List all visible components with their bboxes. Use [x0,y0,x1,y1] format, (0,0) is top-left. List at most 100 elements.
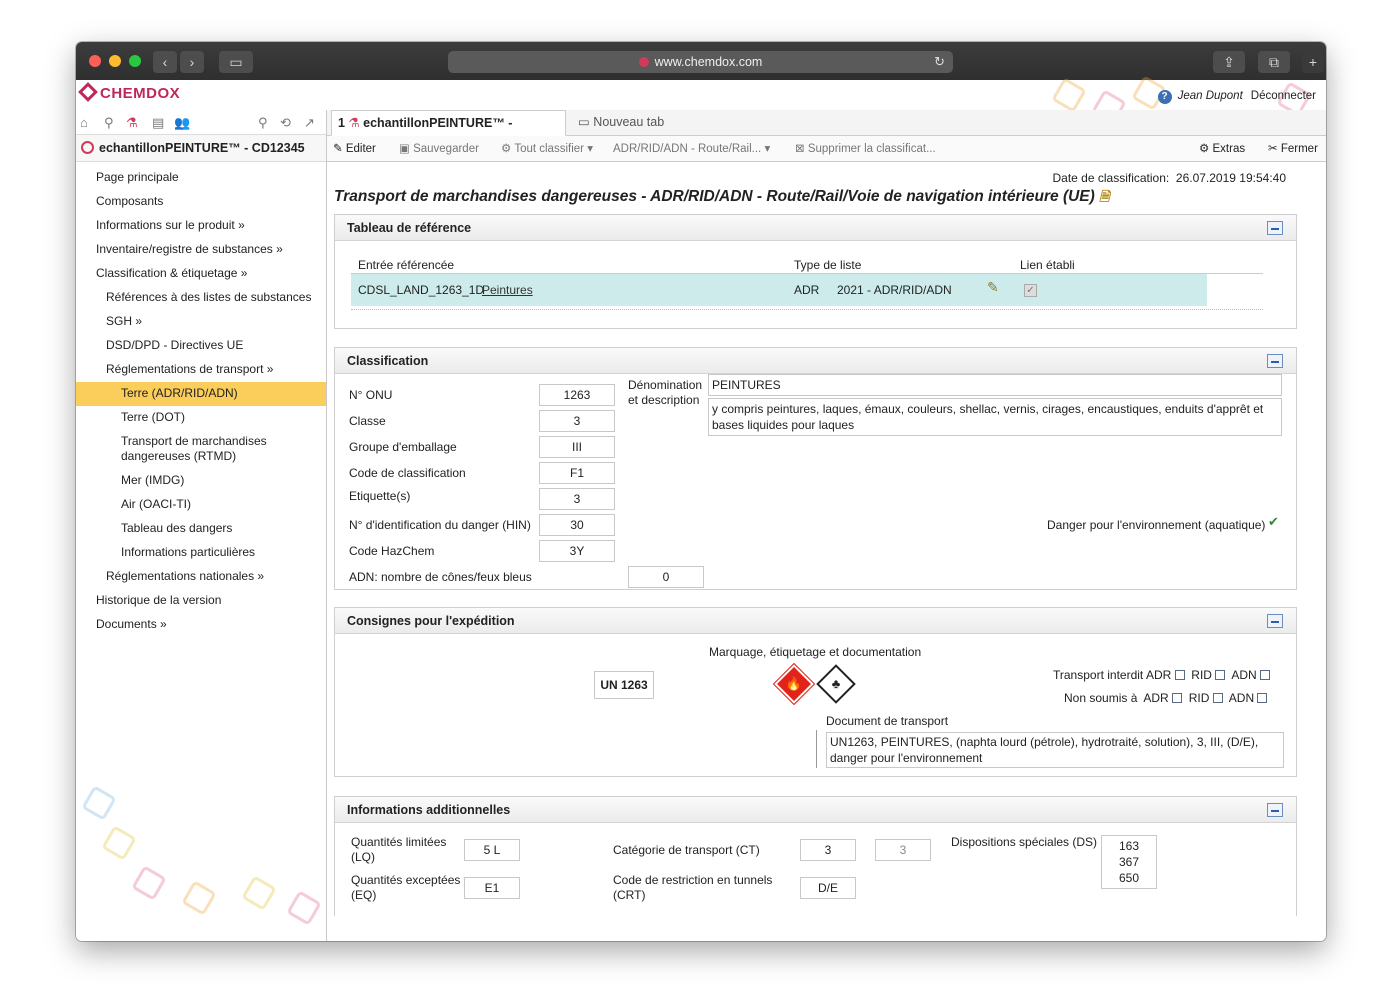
tabs-overview-icon[interactable]: ⧉ [1258,51,1290,73]
tc-field[interactable]: 3 [800,839,856,861]
share-icon[interactable]: ⇪ [1213,51,1245,73]
app-header: CHEMDOX ? Jean Dupont Déconnecter [76,75,1326,125]
nav-item[interactable]: Transport de marchandises dangereuses (R… [76,430,326,469]
tc-label: Catégorie de transport (CT) [613,843,760,857]
nav-item[interactable]: Terre (DOT) [76,406,326,430]
zoom-icon[interactable]: ⚲ [258,115,268,131]
tab-product[interactable]: 1 ⚗ echantillonPEINTURE™ - CD1234 ✕ [331,110,566,154]
nav-item[interactable]: Historique de la version [76,589,326,613]
maximize-window-button[interactable] [129,55,141,67]
close-window-button[interactable] [89,55,101,67]
class-date-value: 26.07.2019 19:54:40 [1175,171,1286,185]
not-subject-label: Non soumis à [1064,691,1138,705]
home-icon[interactable]: ⌂ [80,115,88,130]
nav-item[interactable]: Informations sur le produit » [76,214,326,238]
save-label: Sauvegarder [413,143,479,155]
hazchem-field[interactable]: 3Y [539,540,615,562]
collapse-button[interactable] [1267,354,1283,368]
extras-button[interactable]: ⚙ Extras [1199,136,1245,162]
adn-cones-field[interactable]: 0 [628,566,704,588]
flame-pictogram-icon: 🔥 [772,662,816,706]
nav-item[interactable]: Informations particulières [76,541,326,565]
collapse-button[interactable] [1267,803,1283,817]
navigate-icon[interactable]: ↗ [304,115,315,131]
nav-item[interactable]: Réglementations de transport » [76,358,326,382]
nav-item[interactable]: DSD/DPD - Directives UE [76,334,326,358]
lq-field[interactable]: 5 L [464,839,520,861]
denomination-field[interactable]: PEINTURES [708,374,1282,396]
nav-item[interactable]: Classification & étiquetage » [76,262,326,286]
entry-code: CDSL_LAND_1263_1D [358,283,485,297]
nav-item[interactable]: Page principale [76,166,326,190]
pencil-icon: ✎ [333,143,343,155]
back-button[interactable]: ‹ [153,51,177,73]
document-info-icon[interactable]: 🗎 [1099,189,1109,204]
linked-checkbox: ✓ [1024,284,1037,297]
users-icon[interactable]: 👥 [174,115,190,131]
forbidden-adn-checkbox[interactable] [1260,670,1271,680]
nav-item[interactable]: SGH » [76,310,326,334]
entry-link[interactable]: Peintures [482,283,533,298]
notsubject-adr-checkbox[interactable] [1172,693,1183,703]
browser-titlebar: ‹ › ▭ www.chemdox.com ↻ ⇪ ⧉ + [76,42,1326,80]
nav-item[interactable]: Documents » [76,613,326,637]
nav-item[interactable]: Tableau des dangers [76,517,326,541]
edit-button[interactable]: ✎ Editer [333,136,376,162]
reload-icon[interactable]: ↻ [934,51,945,73]
nav-item-active[interactable]: Terre (ADR/RID/ADN) [76,382,326,406]
nav-item[interactable]: Inventaire/registre de substances » [76,238,326,262]
notsubject-rid-checkbox[interactable] [1212,693,1223,703]
nav-item[interactable]: Réglementations nationales » [76,565,326,589]
crt-field[interactable]: D/E [800,877,856,899]
env-danger-label: Danger pour l'environnement (aquatique) [1047,518,1266,532]
transport-document-field[interactable]: UN1263, PEINTURES, (naphta lourd (pétrol… [826,732,1284,768]
description-field[interactable]: y compris peintures, laques, émaux, coul… [708,398,1282,436]
search-icon[interactable]: ⚲ [104,115,114,131]
classification-code-field[interactable]: F1 [539,462,615,484]
adr-menu-button[interactable]: ADR/RID/ADN - Route/Rail... ▾ [613,136,770,162]
page-title: Transport de marchandises dangereuses - … [334,188,1110,210]
ds-field[interactable]: 163 367 650 [1101,835,1157,889]
close-button[interactable]: ✂ Fermer [1268,136,1318,162]
eq-field[interactable]: E1 [464,877,520,899]
collapse-button[interactable] [1267,614,1283,628]
nav-item[interactable]: Composants [76,190,326,214]
labels-field[interactable]: 3 [539,488,615,510]
new-tab-icon[interactable]: + [1302,51,1324,73]
product-icon[interactable]: ⚗ [126,115,138,131]
user-name: Jean Dupont [1177,90,1243,102]
hin-field[interactable]: 30 [539,514,615,536]
nav-item[interactable]: Air (OACI-TI) [76,493,326,517]
refresh-icon[interactable]: ⟲ [280,115,291,131]
help-icon[interactable]: ? [1157,90,1172,104]
tab-new[interactable]: ▭ Nouveau tab [572,110,670,136]
table-row[interactable]: CDSL_LAND_1263_1D Peintures ADR 2021 - A… [351,274,1207,306]
sidebar-toggle-icon[interactable]: ▭ [219,51,253,73]
notsubject-adn-checkbox[interactable] [1257,693,1268,703]
logout-link[interactable]: Déconnecter [1251,90,1316,102]
decor-hexagon [81,785,117,821]
column-header: Type de liste [794,258,862,272]
class-field[interactable]: 3 [539,410,615,432]
delete-classification-button[interactable]: ⊠ Supprimer la classificat... [795,136,936,162]
section-header: Consignes pour l'expédition [335,608,1296,634]
minimize-window-button[interactable] [109,55,121,67]
packing-group-field[interactable]: III [539,436,615,458]
adr-menu-label: ADR/RID/ADN - Route/Rail... [613,143,762,155]
field-label: Groupe d'emballage [349,440,457,454]
column-header: Entrée référencée [358,258,455,272]
forbidden-adr-checkbox[interactable] [1174,670,1185,680]
save-button[interactable]: ▣ Sauvegarder [399,136,479,162]
edit-link-icon[interactable]: ✎ [987,280,999,295]
collapse-button[interactable] [1267,221,1283,235]
address-bar[interactable]: www.chemdox.com ↻ [448,51,953,73]
un-number-field[interactable]: 1263 [539,384,615,406]
nav-item[interactable]: Mer (IMDG) [76,469,326,493]
close-tool-icon: ✂ [1268,143,1278,155]
nav-item[interactable]: Références à des listes de substances [76,286,326,310]
forbidden-rid-checkbox[interactable] [1215,670,1226,680]
forward-button[interactable]: › [180,51,204,73]
document-icon[interactable]: ▤ [152,115,164,131]
list-name: 2021 - ADR/RID/ADN [837,283,952,297]
classify-all-button[interactable]: ⚙ Tout classifier ▾ [501,136,593,162]
